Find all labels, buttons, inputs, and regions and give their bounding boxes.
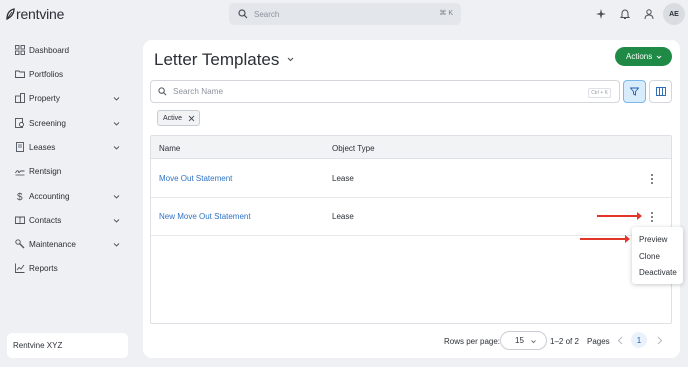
sidebar-item-contacts[interactable]: Contacts <box>0 210 138 230</box>
actions-button-label: Actions <box>626 52 653 61</box>
sidebar-item-rentsign[interactable]: Rentsign <box>0 161 138 181</box>
annotation-arrow-kebab <box>597 212 642 220</box>
sidebar: Dashboard Portfolios Property Screening … <box>0 30 138 367</box>
bell-icon[interactable] <box>619 8 631 20</box>
sidebar-item-screening[interactable]: Screening <box>0 113 138 133</box>
chevron-down-icon[interactable] <box>113 193 120 200</box>
svg-text:$: $ <box>17 192 23 201</box>
chevron-right-icon[interactable] <box>655 336 664 345</box>
row-menu-icon[interactable] <box>648 173 656 185</box>
lease-icon <box>16 142 24 152</box>
menu-item-clone[interactable]: Clone <box>639 252 660 261</box>
object-type-cell: Lease <box>332 174 354 183</box>
search-name-input[interactable]: Search Name Ctrl + K <box>150 80 620 103</box>
annotation-arrow-preview <box>580 235 630 243</box>
sidebar-item-label: Rentsign <box>29 166 62 176</box>
chevron-down-icon[interactable] <box>113 120 120 127</box>
chevron-down-icon[interactable] <box>113 95 120 102</box>
chevron-down-icon[interactable] <box>113 241 120 248</box>
sidebar-item-label: Dashboard <box>29 45 70 55</box>
rentvine-logo[interactable]: rentvine <box>6 7 64 21</box>
avatar[interactable]: AE <box>663 3 685 25</box>
sidebar-item-reports[interactable]: Reports <box>0 258 138 278</box>
search-shortcut: ⌘ K <box>439 10 453 17</box>
column-header-object-type[interactable]: Object Type <box>332 144 375 153</box>
chevron-down-icon <box>531 340 536 344</box>
rows-per-page-value: 15 <box>515 336 524 345</box>
sidebar-item-label: Leases <box>29 142 56 152</box>
chevron-down-icon[interactable] <box>113 217 120 224</box>
search-placeholder: Search <box>254 9 280 19</box>
global-search-input[interactable]: Search ⌘ K <box>229 3 461 25</box>
columns-button[interactable] <box>649 80 672 103</box>
sidebar-item-maintenance[interactable]: Maintenance <box>0 234 138 254</box>
templates-table: Name Object Type Move Out Statement Leas… <box>150 135 672 324</box>
filter-icon <box>630 87 639 96</box>
filter-chip-label: Active <box>163 114 183 122</box>
chevron-down-icon[interactable] <box>286 55 295 64</box>
sidebar-item-label: Accounting <box>29 191 70 201</box>
filter-button[interactable] <box>623 80 646 103</box>
row-context-menu: Preview Clone Deactivate <box>632 227 683 284</box>
sidebar-item-label: Screening <box>29 118 66 128</box>
search-icon <box>158 87 167 96</box>
rows-per-page-label: Rows per page: <box>444 337 501 346</box>
page-button-current[interactable]: 1 <box>631 332 647 348</box>
search-name-shortcut: Ctrl + K <box>588 88 611 98</box>
sidebar-item-leases[interactable]: Leases <box>0 137 138 157</box>
table-row: New Move Out Statement Lease <box>151 198 671 236</box>
page-title: Letter Templates <box>154 50 280 69</box>
sidebar-item-label: Contacts <box>29 215 62 225</box>
search-name-placeholder: Search Name <box>173 87 224 96</box>
columns-icon <box>655 87 666 96</box>
user-icon[interactable] <box>643 8 655 20</box>
sidebar-item-label: Maintenance <box>29 239 76 249</box>
chart-icon <box>15 263 25 273</box>
chevron-down-icon[interactable] <box>113 144 120 151</box>
sidebar-item-label: Reports <box>29 263 58 273</box>
menu-item-deactivate[interactable]: Deactivate <box>639 268 677 277</box>
sidebar-item-label: Property <box>29 93 60 103</box>
wrench-icon <box>15 239 25 249</box>
row-menu-icon[interactable] <box>648 211 656 223</box>
object-type-cell: Lease <box>332 212 354 221</box>
column-header-name[interactable]: Name <box>159 144 180 153</box>
sidebar-item-portfolios[interactable]: Portfolios <box>0 64 138 84</box>
filter-chip-active[interactable]: Active <box>157 110 201 126</box>
template-name-link[interactable]: New Move Out Statement <box>159 212 251 221</box>
menu-item-preview[interactable]: Preview <box>639 235 667 244</box>
dollar-icon: $ <box>17 192 23 201</box>
search-icon <box>238 9 248 19</box>
dashboard-icon <box>15 45 25 55</box>
chevron-left-icon[interactable] <box>616 336 625 345</box>
sidebar-item-label: Portfolios <box>29 69 64 79</box>
sparkle-icon[interactable] <box>595 8 607 20</box>
chevron-down-icon <box>656 55 662 59</box>
screening-icon <box>15 118 24 128</box>
pages-label: Pages <box>587 337 610 346</box>
rows-per-page-select[interactable]: 15 <box>500 331 547 350</box>
table-header: Name Object Type <box>151 136 671 159</box>
table-row: Move Out Statement Lease <box>151 160 671 198</box>
building-icon <box>15 93 25 103</box>
actions-button[interactable]: Actions <box>615 47 672 66</box>
sidebar-item-property[interactable]: Property <box>0 88 138 108</box>
org-switcher[interactable]: Rentvine XYZ <box>7 333 128 358</box>
signature-icon <box>15 170 25 176</box>
sidebar-item-dashboard[interactable]: Dashboard <box>0 40 138 60</box>
leaf-icon <box>6 8 15 20</box>
close-icon[interactable] <box>188 115 195 122</box>
template-name-link[interactable]: Move Out Statement <box>159 174 232 183</box>
top-bar: rentvine Search ⌘ K AE <box>0 0 688 30</box>
sidebar-item-accounting[interactable]: $ Accounting <box>0 186 138 206</box>
contacts-icon <box>15 216 25 224</box>
main-panel: Letter Templates Actions Search Name Ctr… <box>143 40 680 358</box>
logo-text: rentvine <box>16 6 65 22</box>
pagination-range: 1–2 of 2 <box>550 337 579 346</box>
folder-icon <box>15 70 25 78</box>
